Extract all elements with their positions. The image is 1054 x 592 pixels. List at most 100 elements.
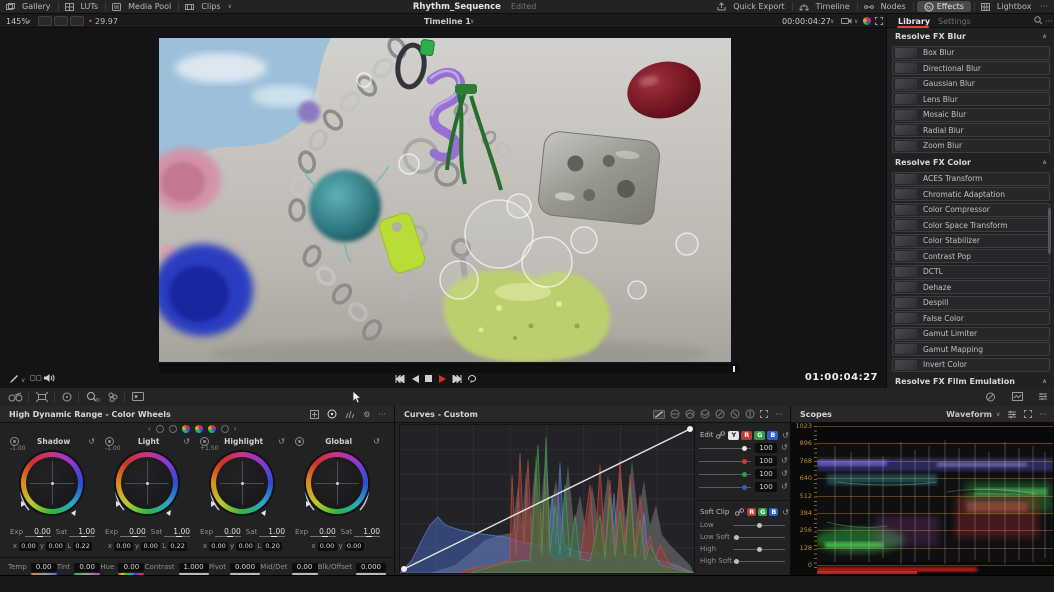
slider-handle[interactable] <box>734 535 739 540</box>
fx-item[interactable]: Lens Blur <box>892 92 1050 106</box>
sat-value[interactable]: 1.00 <box>259 527 285 537</box>
slider-value[interactable]: 100 <box>755 482 777 492</box>
wheel-balance-handle[interactable] <box>51 482 54 485</box>
slider-value[interactable]: 100 <box>755 456 777 466</box>
collapse-icon[interactable]: ∧ <box>1042 378 1047 385</box>
color-picker-icon[interactable] <box>108 392 118 402</box>
slider-value[interactable]: 100 <box>755 469 777 479</box>
link-channels-icon[interactable] <box>716 431 725 439</box>
x-value[interactable]: 0.00 <box>19 542 38 551</box>
page-dot[interactable] <box>169 425 177 433</box>
chevron-down-icon[interactable]: ∨ <box>470 18 474 25</box>
gallery-button[interactable]: Gallery <box>15 0 58 13</box>
go-to-start-icon[interactable] <box>395 375 405 383</box>
viewer-scrub-bar[interactable] <box>159 364 739 373</box>
quick-export-button[interactable]: Quick Export <box>726 0 791 13</box>
chevron-down-icon[interactable]: ∨ <box>830 18 834 25</box>
page-dot-active[interactable] <box>208 425 216 433</box>
loop-icon[interactable] <box>467 374 477 383</box>
reset-icon[interactable]: ↺ <box>781 469 788 478</box>
exp-value[interactable]: 0.00 <box>25 527 51 537</box>
l-value[interactable]: 0.20 <box>263 542 282 551</box>
settings-icon[interactable]: ⚙ <box>363 410 370 419</box>
key-output-icon[interactable] <box>132 392 144 401</box>
reset-icon[interactable]: ↺ <box>781 456 788 465</box>
sat-vs-lum-icon[interactable] <box>745 409 755 419</box>
color-wheel-highlight[interactable] <box>211 452 273 514</box>
lum-vs-sat-icon[interactable] <box>715 409 725 419</box>
slider-handle[interactable] <box>734 559 739 564</box>
slider-track[interactable] <box>733 537 785 538</box>
tab-settings[interactable]: Settings <box>938 17 971 26</box>
slider-handle[interactable] <box>742 472 747 477</box>
wheel-balance-handle[interactable] <box>146 482 149 485</box>
wheel-balance-handle[interactable] <box>241 482 244 485</box>
timeline-button[interactable]: Timeline <box>809 0 857 13</box>
enhanced-viewer-toggle[interactable] <box>70 16 84 26</box>
field-value[interactable]: 0.00 <box>31 563 57 572</box>
softclip-b-button[interactable]: B <box>769 508 778 516</box>
reset-icon[interactable]: ↺ <box>782 508 789 517</box>
y-value[interactable]: 0.00 <box>345 542 364 551</box>
fx-item[interactable]: False Color <box>892 311 1050 325</box>
reset-icon[interactable]: ↺ <box>781 443 788 452</box>
x-value[interactable]: 0.00 <box>209 542 228 551</box>
luts-button[interactable]: LUTs <box>74 0 106 13</box>
fx-item[interactable]: Chromatic Adaptation <box>892 187 1050 201</box>
field-value[interactable]: 1.000 <box>179 563 209 572</box>
camera-icon[interactable] <box>841 17 852 25</box>
fx-item[interactable]: Color Compressor <box>892 203 1050 217</box>
media-pool-button[interactable]: Media Pool <box>121 0 178 13</box>
sat-vs-sat-icon[interactable] <box>730 409 740 419</box>
color-wheel-light[interactable] <box>116 452 178 514</box>
fx-item[interactable]: Color Space Transform <box>892 218 1050 232</box>
wheel-balance-handle[interactable] <box>336 482 339 485</box>
palette-options-icon[interactable]: ··· <box>775 410 783 419</box>
page-prev-icon[interactable]: ‹ <box>148 425 151 433</box>
slider-handle[interactable] <box>742 485 747 490</box>
split-viewer-toggle[interactable] <box>54 16 68 26</box>
exp-value[interactable]: 0.00 <box>215 527 241 537</box>
slider-handle[interactable] <box>742 459 747 464</box>
power-window-icon[interactable] <box>62 392 72 402</box>
collapse-icon[interactable]: ∧ <box>1042 159 1047 166</box>
page-dot[interactable] <box>221 425 229 433</box>
l-value[interactable]: 0.22 <box>73 542 92 551</box>
fx-item[interactable]: Contrast Pop <box>892 249 1050 263</box>
curve-graph[interactable] <box>399 424 695 574</box>
channel-r-button[interactable]: R <box>741 431 752 440</box>
fx-section-header[interactable]: Resolve FX Film Emulation∧ <box>887 373 1054 388</box>
field-value[interactable]: 0.000 <box>230 563 260 572</box>
bars-mode-icon[interactable] <box>345 410 355 419</box>
slider-handle[interactable] <box>742 446 747 451</box>
fx-item[interactable]: Despill <box>892 296 1050 310</box>
clips-button[interactable]: Clips <box>194 0 227 13</box>
fx-item[interactable]: Color Stabilizer <box>892 234 1050 248</box>
l-value[interactable]: 0.22 <box>168 542 187 551</box>
fx-item[interactable]: Zoom Blur <box>892 139 1050 153</box>
scope-mode-selector[interactable]: Waveform <box>946 410 992 419</box>
timeline-selector[interactable]: Timeline 1 <box>424 17 471 26</box>
fx-item[interactable]: Gaussian Blur <box>892 77 1050 91</box>
slider-value[interactable]: 100 <box>755 443 777 453</box>
y-value[interactable]: 0.00 <box>46 542 65 551</box>
y-value[interactable]: 0.00 <box>236 542 255 551</box>
reset-icon[interactable]: ↺ <box>88 437 95 446</box>
field-value[interactable]: 0.000 <box>356 563 386 572</box>
x-value[interactable]: 0.00 <box>114 542 133 551</box>
reset-icon[interactable]: ↺ <box>183 437 190 446</box>
timeline-timecode[interactable]: 01:00:04:27 <box>780 372 878 383</box>
color-wheel-global[interactable] <box>306 452 368 514</box>
field-value[interactable]: 0.00 <box>74 563 100 572</box>
link-channels-icon[interactable] <box>735 508 744 516</box>
expand-icon[interactable] <box>760 410 768 418</box>
softclip-g-button[interactable]: G <box>758 508 767 516</box>
play-reverse-icon[interactable] <box>412 375 419 383</box>
fx-item[interactable]: Invert Color <box>892 358 1050 372</box>
chevron-down-icon[interactable]: ∨ <box>27 18 31 25</box>
exp-value[interactable]: 0.00 <box>310 527 336 537</box>
expand-icon[interactable] <box>1024 410 1032 418</box>
tab-library[interactable]: Library <box>898 17 930 26</box>
go-to-end-icon[interactable] <box>452 375 462 383</box>
channel-b-button[interactable]: B <box>767 431 778 440</box>
